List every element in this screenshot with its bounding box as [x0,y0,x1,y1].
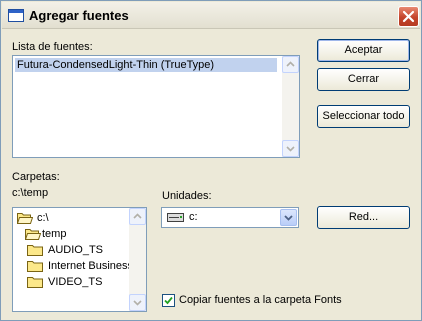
current-path: c:\temp [12,187,49,199]
folder-tree-scrollbar[interactable] [129,208,146,311]
folder-icon [27,245,43,256]
chevron-up-icon [286,61,295,67]
chevron-down-icon [133,300,142,306]
close-icon [402,10,415,23]
scroll-down-button[interactable] [282,140,299,157]
font-list-label: Lista de fuentes: [12,41,93,53]
folder-icon [27,277,43,288]
open-folder-icon [25,229,41,240]
drive-value: c: [189,211,198,223]
close-button[interactable]: Cerrar [317,68,410,91]
drives-label: Unidades: [162,190,212,202]
title-bar[interactable]: Agregar fuentes [2,2,420,29]
scroll-down-button[interactable] [129,294,146,311]
copy-fonts-checkbox[interactable] [162,294,175,307]
folder-icon [27,261,43,272]
font-list-scrollbar[interactable] [282,56,299,157]
chevron-up-icon [133,213,142,219]
folders-label: Carpetas: [12,171,60,183]
window-title: Agregar fuentes [29,8,129,23]
hard-drive-icon [167,213,184,222]
copy-fonts-label[interactable]: Copiar fuentes a la carpeta Fonts [179,294,342,306]
add-fonts-dialog: Agregar fuentes Lista de fuentes: Futura… [0,0,422,321]
folder-tree[interactable]: c:\ temp AUDIO_TS Internet Business VIDE… [12,207,147,312]
network-button[interactable]: Red... [317,206,410,229]
chevron-down-icon [284,215,293,221]
drive-select[interactable]: c: [161,207,299,228]
scroll-up-button[interactable] [282,56,299,73]
window-icon [8,9,24,22]
close-window-button[interactable] [398,6,419,27]
font-list-item[interactable]: Futura-CondensedLight-Thin (TrueType) [15,58,277,72]
font-list[interactable]: Futura-CondensedLight-Thin (TrueType) [12,55,300,158]
chevron-down-icon [286,146,295,152]
accept-button[interactable]: Aceptar [317,39,410,62]
checkmark-icon [164,296,173,305]
drive-dropdown-button[interactable] [280,209,297,226]
select-all-button[interactable]: Seleccionar todo [317,105,410,128]
scroll-up-button[interactable] [129,208,146,225]
open-folder-icon [17,213,33,224]
